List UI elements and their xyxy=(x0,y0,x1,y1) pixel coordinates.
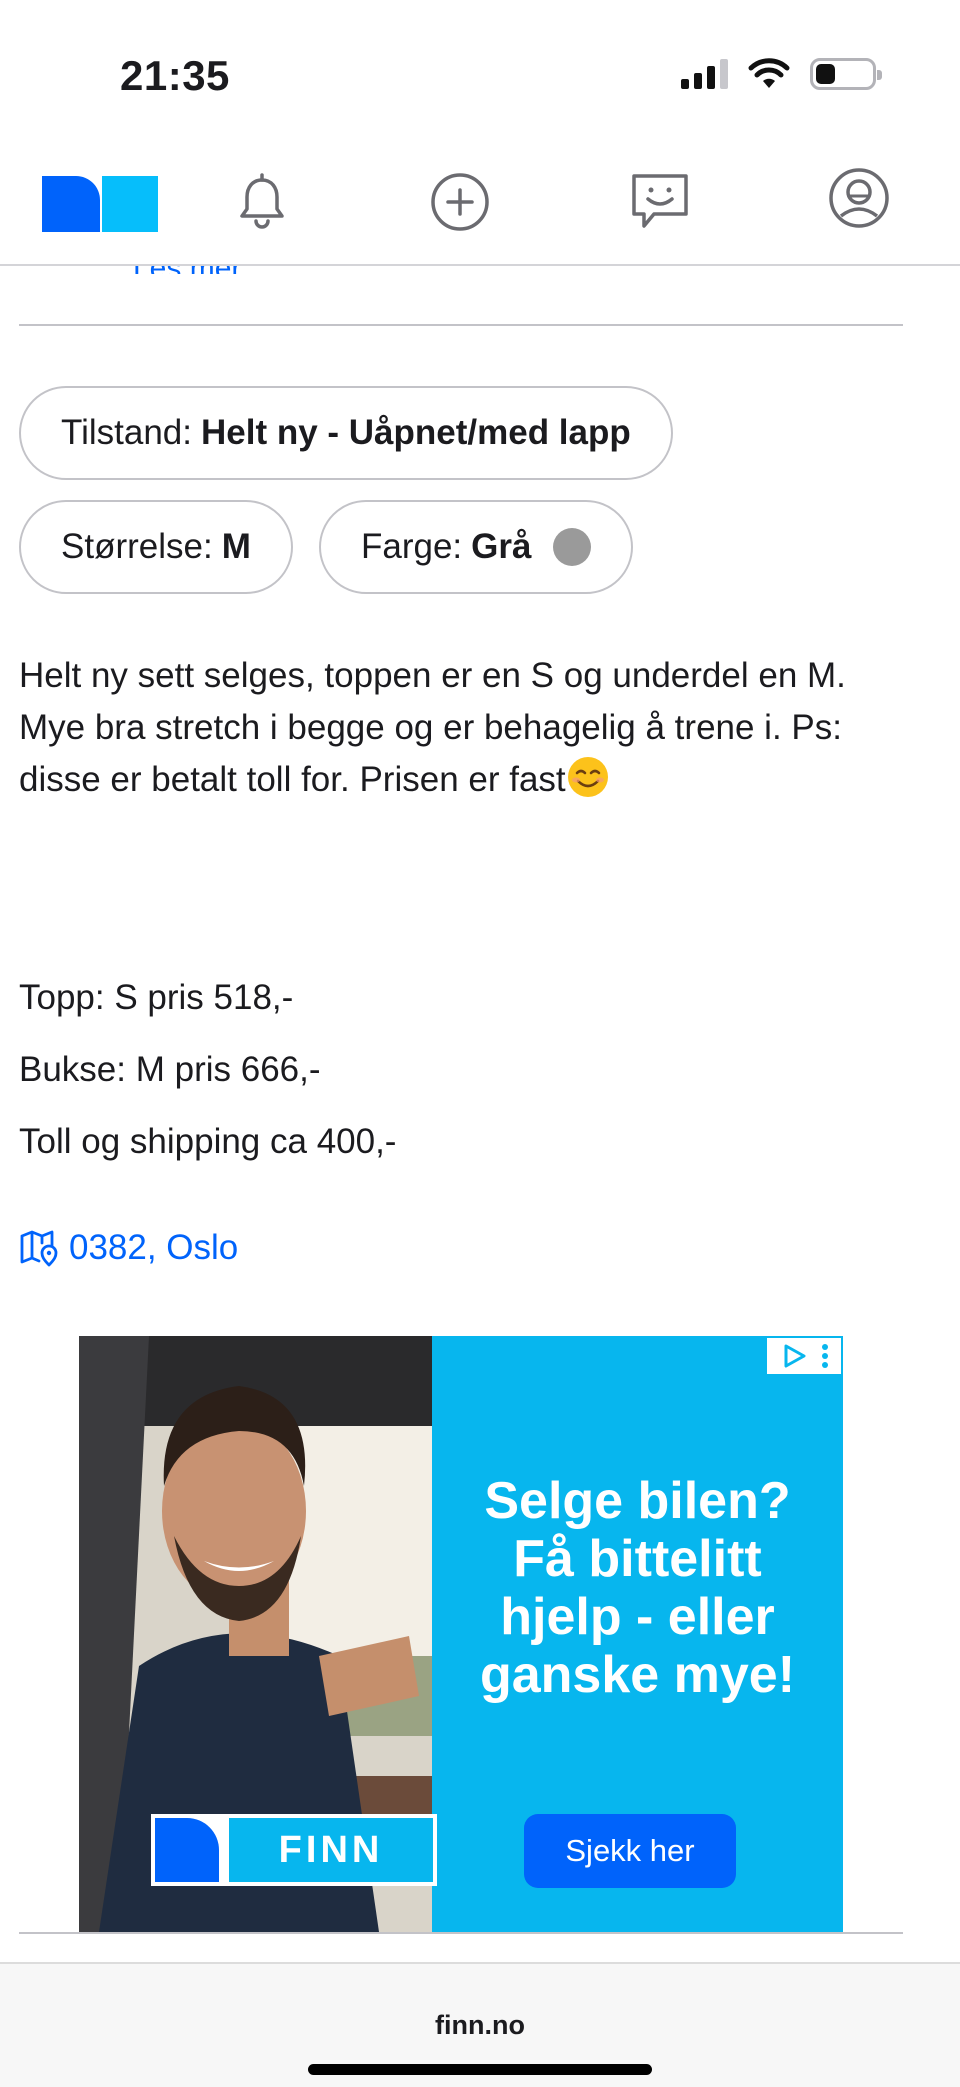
ad-text-panel: Selge bilen? Få bittelitt hjelp - eller … xyxy=(432,1336,843,1932)
finn-brand-badge: FINN xyxy=(151,1814,437,1886)
home-indicator[interactable] xyxy=(308,2064,652,2075)
location-link[interactable]: 0382, Oslo xyxy=(19,1228,238,1268)
new-ad-plus-icon[interactable] xyxy=(428,170,492,234)
profile-avatar-icon[interactable] xyxy=(827,166,891,230)
size-value: M xyxy=(221,527,251,566)
adchoices-icon[interactable] xyxy=(767,1338,841,1374)
ad-headline-line: Selge bilen? xyxy=(484,1472,791,1530)
advertisement-banner[interactable]: Selge bilen? Få bittelitt hjelp - eller … xyxy=(79,1336,843,1932)
size-chip: Størrelse: M xyxy=(19,500,293,594)
condition-label: Tilstand: xyxy=(61,413,192,452)
messages-chat-icon[interactable] xyxy=(628,170,692,234)
notifications-bell-icon[interactable] xyxy=(230,170,294,234)
ad-headline: Selge bilen? Få bittelitt hjelp - eller … xyxy=(432,1472,843,1704)
size-label: Størrelse: xyxy=(61,527,213,566)
status-time: 21:35 xyxy=(120,52,230,99)
condition-value: Helt ny - Uåpnet/med lapp xyxy=(200,413,631,452)
section-divider xyxy=(19,324,903,326)
status-bar: 21:35 xyxy=(0,0,960,140)
see-more-link[interactable]: Les mer xyxy=(133,266,241,274)
section-divider xyxy=(19,1932,903,1934)
url-text: finn.no xyxy=(435,2010,525,2040)
battery-icon xyxy=(810,58,882,90)
browser-url-bar[interactable]: finn.no xyxy=(0,1962,960,2087)
finn-mark-icon xyxy=(151,1814,225,1886)
finn-logo-icon[interactable] xyxy=(42,176,158,232)
color-value: Grå xyxy=(471,527,532,566)
price-line-pants: Bukse: M pris 666,- xyxy=(19,1050,321,1089)
battery-level xyxy=(816,64,835,84)
color-chip: Farge: Grå xyxy=(319,500,634,594)
wifi-icon xyxy=(748,58,790,88)
ad-cta-button[interactable]: Sjekk her xyxy=(524,1814,736,1888)
color-label: Farge: xyxy=(361,527,463,566)
map-pin-icon xyxy=(20,1230,58,1267)
app-navigation xyxy=(0,140,960,266)
location-label: 0382, Oslo xyxy=(69,1228,239,1267)
description-text: Helt ny sett selges, toppen er en S og u… xyxy=(19,656,846,799)
price-line-shipping: Toll og shipping ca 400,- xyxy=(19,1122,397,1161)
ad-headline-line: Få bittelitt xyxy=(513,1530,762,1588)
status-icons xyxy=(681,58,882,90)
smiling-face-icon xyxy=(567,757,608,797)
cellular-signal-icon xyxy=(681,59,728,89)
price-line-top: Topp: S pris 518,- xyxy=(19,978,294,1017)
listing-description: Helt ny sett selges, toppen er en S og u… xyxy=(19,650,919,806)
finn-wordmark: FINN xyxy=(225,1814,437,1886)
ad-headline-line: ganske mye! xyxy=(479,1646,796,1704)
ad-headline-line: hjelp - eller xyxy=(500,1588,775,1646)
condition-chip: Tilstand: Helt ny - Uåpnet/med lapp xyxy=(19,386,673,480)
color-swatch xyxy=(553,528,592,566)
